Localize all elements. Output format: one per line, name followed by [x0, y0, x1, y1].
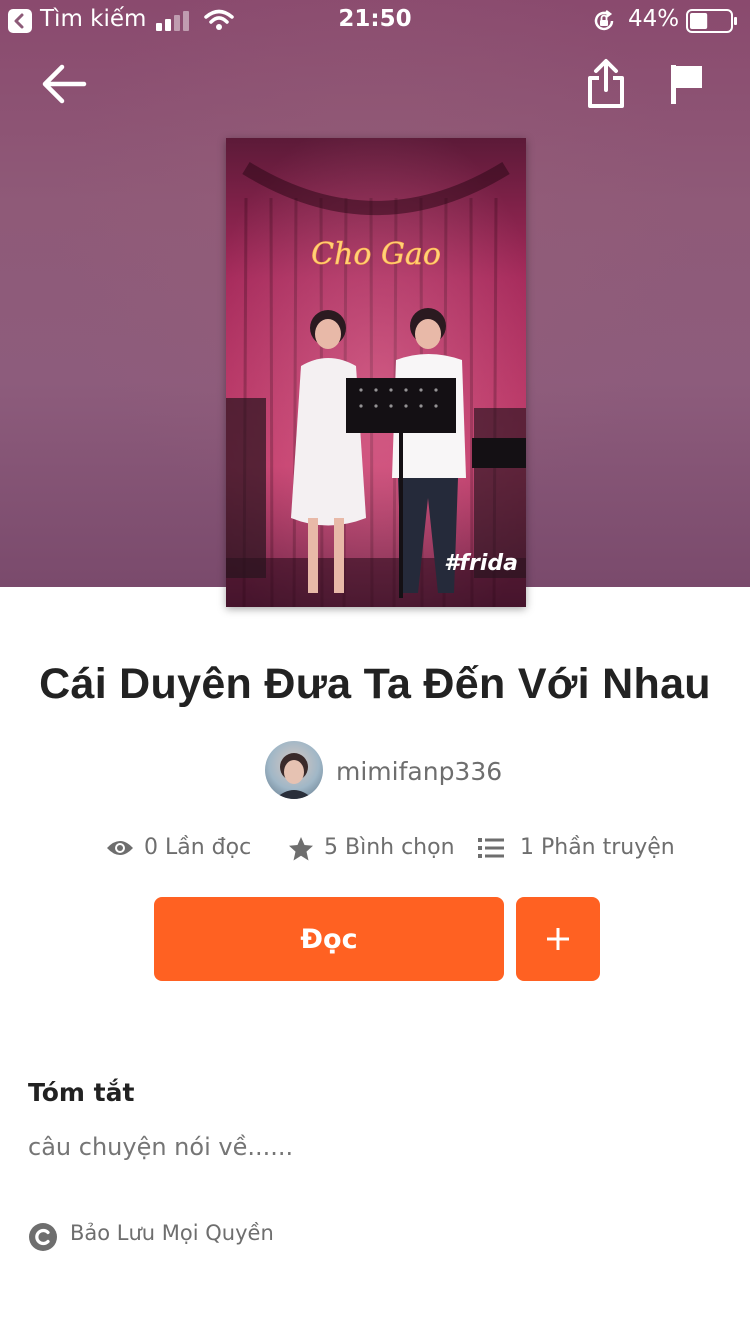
- battery-icon: [686, 9, 737, 33]
- reads-count: 0 Lần đọc: [144, 835, 252, 860]
- list-icon: [478, 838, 504, 858]
- cover-hashtag: #frida: [444, 551, 518, 576]
- report-flag-icon[interactable]: [668, 62, 704, 106]
- cover-neon-sign: Cho Gao: [311, 237, 441, 272]
- story-cover-image[interactable]: Cho Gao #frida: [226, 138, 526, 607]
- summary-text: câu chuyện nói về......: [28, 1133, 294, 1161]
- summary-heading: Tóm tắt: [28, 1078, 135, 1107]
- read-button[interactable]: Đọc: [154, 897, 504, 981]
- cover-photo: Cho Gao #frida: [226, 138, 526, 607]
- author-row[interactable]: mimifanp336: [0, 741, 750, 801]
- story-stats: 0 Lần đọc 5 Bình chọn 1 Phần truyện: [0, 834, 750, 866]
- share-icon[interactable]: [586, 58, 626, 110]
- eye-icon: [107, 841, 133, 855]
- votes-count: 5 Bình chọn: [324, 835, 455, 860]
- author-username[interactable]: mimifanp336: [336, 757, 502, 786]
- story-title: Cái Duyên Đưa Ta Đến Với Nhau: [39, 660, 711, 708]
- status-bar: Tìm kiếm 21:50 44%: [0, 0, 750, 40]
- back-arrow-icon[interactable]: [40, 62, 88, 106]
- copyright-icon: [29, 1223, 57, 1251]
- avatar[interactable]: [265, 741, 323, 799]
- battery-percentage: 44%: [628, 6, 680, 32]
- parts-count: 1 Phần truyện: [520, 835, 675, 860]
- copyright-text: Bảo Lưu Mọi Quyền: [70, 1221, 274, 1245]
- rotation-lock-icon: [594, 10, 614, 31]
- add-to-library-button[interactable]: [516, 897, 600, 981]
- plus-icon: [547, 928, 569, 950]
- star-icon: [289, 837, 313, 861]
